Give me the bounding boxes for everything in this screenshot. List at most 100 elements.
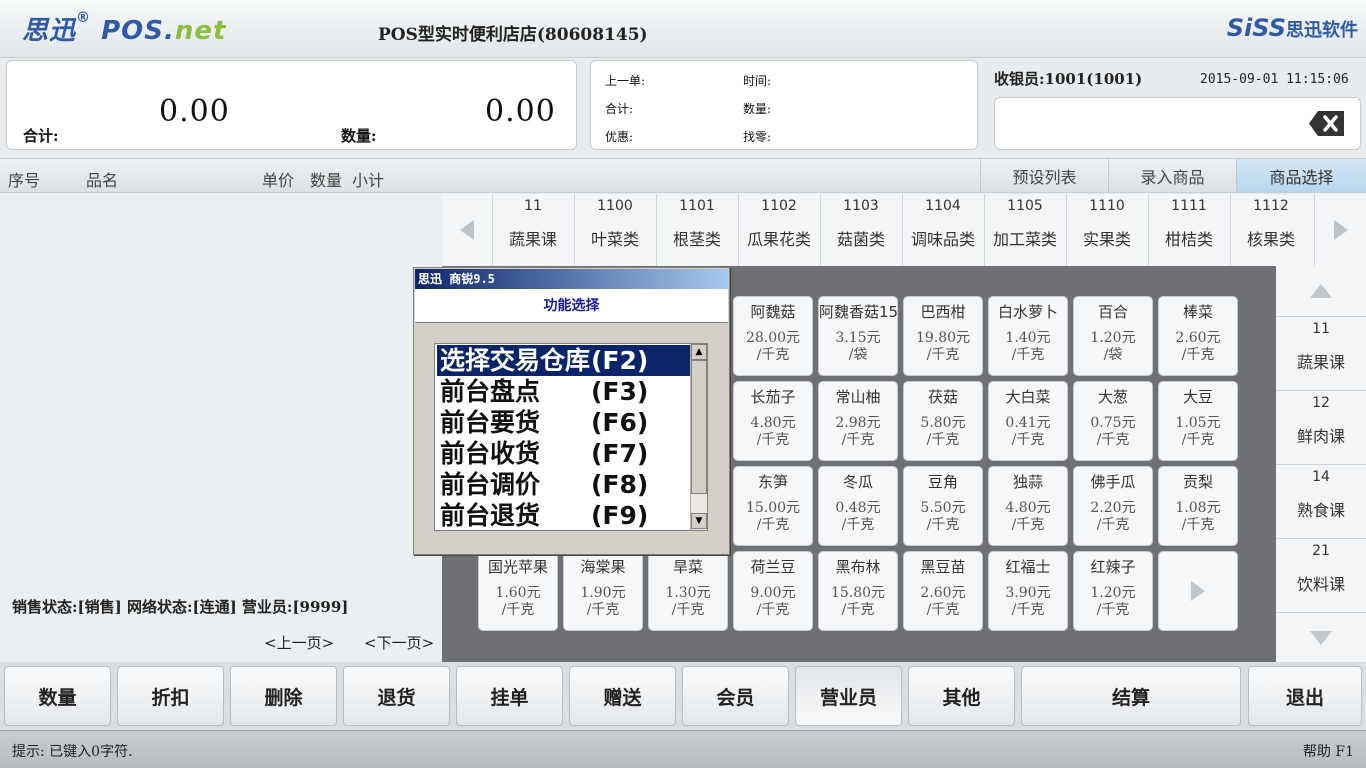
product-unit: /千克 — [926, 347, 960, 363]
tab-enter-goods[interactable]: 录入商品 — [1108, 159, 1236, 192]
scroll-thumb[interactable] — [691, 360, 707, 494]
product-button[interactable]: 国光苹果 1.60元/千克 — [478, 551, 558, 631]
function-option[interactable]: 前台盘点 (F3) — [437, 376, 691, 407]
product-button[interactable]: 百合 1.20元/袋 — [1073, 296, 1153, 376]
product-button[interactable]: 红福士 3.90元/千克 — [988, 551, 1068, 631]
product-button[interactable]: 独蒜 4.80元/千克 — [988, 466, 1068, 546]
tab-preset-list[interactable]: 预设列表 — [980, 159, 1108, 192]
product-price: 15.00元 — [745, 500, 801, 516]
category-tab[interactable]: 1103 菇菌类 — [820, 194, 901, 266]
department-button[interactable]: 11 蔬果课 — [1276, 316, 1366, 390]
product-price: 3.15元 — [835, 330, 881, 346]
backspace-icon[interactable] — [1308, 110, 1346, 137]
product-price: 1.08元 — [1175, 500, 1221, 516]
app-logo: 思迅® POS.net — [22, 10, 227, 46]
department-up-button[interactable] — [1276, 266, 1366, 316]
category-tab[interactable]: 1105 加工菜类 — [984, 194, 1065, 266]
product-name: 荷兰豆 — [750, 558, 796, 576]
function-option-list[interactable]: 选择交易仓库 (F2) 前台盘点 (F3) 前台要货 (F6) 前台收货 (F7) 前台调价 (F… — [434, 343, 708, 531]
product-button[interactable]: 长茄子 4.80元/千克 — [733, 381, 813, 461]
product-button[interactable]: 白水萝卜 1.40元/千克 — [988, 296, 1068, 376]
category-tab[interactable]: 1104 调味品类 — [902, 194, 983, 266]
product-name: 阿魏香菇150 — [819, 303, 898, 321]
product-button[interactable]: 海棠果 1.90元/千克 — [563, 551, 643, 631]
return-button[interactable]: 退货 — [343, 666, 450, 726]
product-button[interactable]: 贡梨 1.08元/千克 — [1158, 466, 1238, 546]
gift-button[interactable]: 赠送 — [569, 666, 676, 726]
department-button[interactable]: 14 熟食课 — [1276, 464, 1366, 538]
scroll-up-button[interactable]: ▲ — [691, 344, 707, 360]
department-down-button[interactable] — [1276, 612, 1366, 662]
quantity-button[interactable]: 数量 — [4, 666, 111, 726]
product-button[interactable]: 常山柚 2.98元/千克 — [818, 381, 898, 461]
product-button[interactable]: 佛手瓜 2.20元/千克 — [1073, 466, 1153, 546]
next-page-link[interactable]: <下一页> — [364, 632, 434, 653]
product-button[interactable]: 旱菜 1.30元/千克 — [648, 551, 728, 631]
category-name: 加工菜类 — [992, 230, 1057, 249]
salesperson-button[interactable]: 营业员 — [795, 666, 902, 726]
category-tab[interactable]: 1100 叶菜类 — [574, 194, 655, 266]
member-button[interactable]: 会员 — [682, 666, 789, 726]
function-option[interactable]: 前台收货 (F7) — [437, 438, 691, 469]
category-tab[interactable]: 1112 核果类 — [1230, 194, 1311, 266]
function-option[interactable]: 前台退货 (F9) — [437, 500, 691, 531]
product-button[interactable]: 荷兰豆 9.00元/千克 — [733, 551, 813, 631]
total-value: 0.00 — [159, 94, 230, 129]
product-price: 1.20元 — [1090, 330, 1136, 346]
delete-button[interactable]: 删除 — [230, 666, 337, 726]
barcode-input[interactable] — [994, 97, 1361, 150]
logo-pos: POS. — [101, 16, 175, 46]
other-button[interactable]: 其他 — [908, 666, 1015, 726]
last-qty-label: 数量: — [743, 102, 772, 116]
product-button[interactable]: 棒菜 2.60元/千克 — [1158, 296, 1238, 376]
product-price: 1.20元 — [1090, 585, 1136, 601]
category-next-button[interactable] — [1314, 194, 1366, 266]
product-button[interactable]: 大豆 1.05元/千克 — [1158, 381, 1238, 461]
department-button[interactable]: 12 鲜肉课 — [1276, 390, 1366, 464]
category-tab[interactable]: 1101 根茎类 — [656, 194, 737, 266]
category-prev-button[interactable] — [442, 194, 492, 266]
product-button[interactable]: 红辣子 1.20元/千克 — [1073, 551, 1153, 631]
help-shortcut[interactable]: 帮助 F1 — [1303, 741, 1354, 761]
product-price: 5.50元 — [920, 500, 966, 516]
product-button[interactable]: 豆角 5.50元/千克 — [903, 466, 983, 546]
category-code: 1100 — [597, 198, 633, 214]
product-button[interactable]: 大白菜 0.41元/千克 — [988, 381, 1068, 461]
sale-items-list[interactable] — [0, 194, 442, 662]
checkout-button[interactable]: 结算 — [1021, 666, 1241, 726]
product-name: 白水萝卜 — [997, 303, 1058, 321]
function-option[interactable]: 选择交易仓库 (F2) — [437, 345, 691, 376]
product-unit: /千克 — [586, 602, 620, 618]
category-tab[interactable]: 11 蔬果课 — [492, 194, 573, 266]
department-column: 11 蔬果课 12 鲜肉课 14 熟食课 21 饮料课 — [1276, 266, 1366, 662]
chevron-up-icon — [1310, 284, 1332, 298]
category-tab[interactable]: 1111 柑桔类 — [1148, 194, 1229, 266]
product-button[interactable]: 阿魏菇 28.00元/千克 — [733, 296, 813, 376]
product-button[interactable]: 阿魏香菇150 3.15元/袋 — [818, 296, 898, 376]
dialog-scrollbar[interactable]: ▲ ▼ — [690, 344, 707, 530]
hold-button[interactable]: 挂单 — [456, 666, 563, 726]
product-next-page-button[interactable] — [1158, 551, 1238, 631]
product-button[interactable]: 茯菇 5.80元/千克 — [903, 381, 983, 461]
prev-page-link[interactable]: <上一页> — [264, 632, 334, 653]
product-unit: /千克 — [756, 432, 790, 448]
category-tab[interactable]: 1102 瓜果花类 — [738, 194, 819, 266]
tab-goods-select[interactable]: 商品选择 — [1236, 159, 1366, 192]
scroll-down-button[interactable]: ▼ — [691, 513, 707, 529]
product-button[interactable]: 冬瓜 0.48元/千克 — [818, 466, 898, 546]
product-button[interactable]: 巴西柑 19.80元/千克 — [903, 296, 983, 376]
product-button[interactable]: 黑豆苗 2.60元/千克 — [903, 551, 983, 631]
discount-button[interactable]: 折扣 — [117, 666, 224, 726]
product-name: 长茄子 — [750, 388, 796, 406]
function-option[interactable]: 前台调价 (F8) — [437, 469, 691, 500]
product-button[interactable]: 东笋 15.00元/千克 — [733, 466, 813, 546]
product-name: 国光苹果 — [487, 558, 548, 576]
product-button[interactable]: 大葱 0.75元/千克 — [1073, 381, 1153, 461]
function-option[interactable]: 前台要货 (F6) — [437, 407, 691, 438]
department-button[interactable]: 21 饮料课 — [1276, 538, 1366, 612]
exit-button[interactable]: 退出 — [1248, 666, 1362, 726]
category-tab[interactable]: 1110 实果类 — [1066, 194, 1147, 266]
product-button[interactable]: 黑布林 15.80元/千克 — [818, 551, 898, 631]
product-price: 2.98元 — [835, 415, 881, 431]
last-order-panel: 上一单: 时间: 合计: 数量: 优惠: 找零: — [590, 60, 978, 150]
